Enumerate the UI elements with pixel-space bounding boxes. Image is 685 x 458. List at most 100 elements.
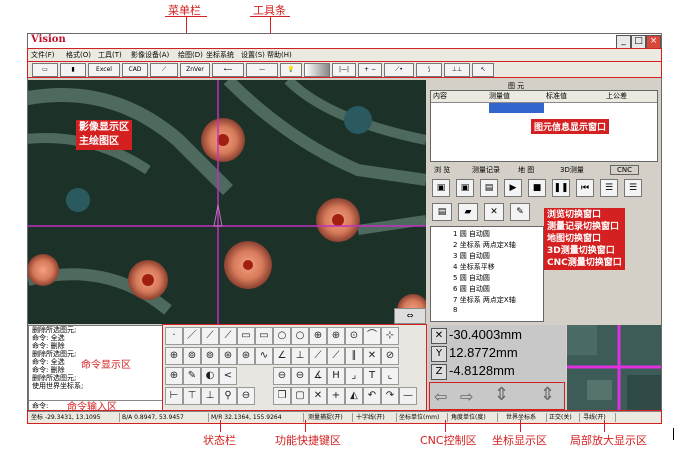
hotkey-plus-icon[interactable]: ⊹ — [381, 327, 399, 345]
cnc-left-arrow-icon[interactable]: ⇦ — [434, 389, 447, 405]
hotkey-brush-icon[interactable]: ✎ — [183, 367, 201, 385]
toolbar-line-button[interactable]: — — [246, 63, 278, 77]
toolbar-znver-button[interactable]: ZnVer — [180, 63, 210, 77]
hotkey-arc-icon[interactable]: ⌒ — [363, 327, 381, 345]
hotkey-rect2-icon[interactable]: ▭ — [255, 327, 273, 345]
toolbar-arrow-left-button[interactable]: ⟵ — [212, 63, 244, 77]
y-axis-icon[interactable]: Y — [431, 346, 447, 362]
cnc-updown-arrow-icon[interactable]: ⇕ — [494, 385, 509, 405]
z-axis-icon[interactable]: Z — [431, 364, 447, 380]
menu-draw[interactable]: 绘图(D) — [178, 49, 203, 61]
tab-records[interactable]: 测量记录 — [472, 165, 500, 175]
figure-grid-selected-row[interactable] — [489, 103, 544, 113]
menu-help[interactable]: 帮助(H) — [267, 49, 292, 61]
col-content[interactable]: 内容 — [433, 91, 447, 101]
hotkey-dim2-icon[interactable]: ⊤ — [183, 387, 201, 405]
hotkey-undo-icon[interactable]: ↶ — [363, 387, 381, 405]
toolbar-excel-button[interactable]: Excel — [88, 63, 120, 77]
maximize-icon[interactable]: □ — [631, 35, 646, 49]
hotkey-circle2-icon[interactable]: ○ — [291, 327, 309, 345]
hotkey-circle-icon[interactable]: ○ — [273, 327, 291, 345]
records-print-icon[interactable]: ▤ — [432, 203, 452, 221]
tab-3d[interactable]: 3D测量 — [560, 165, 584, 175]
records-tool-icon[interactable]: ✎ — [510, 203, 530, 221]
hotkey-line2-icon[interactable]: ⟋ — [201, 327, 219, 345]
status-find-line[interactable]: 寻线(开) — [583, 413, 616, 422]
hotkey-delete-icon[interactable]: ✕ — [309, 387, 327, 405]
records-open-icon[interactable]: ▤ — [480, 179, 498, 197]
hotkey-line3-icon[interactable]: ⟋ — [219, 327, 237, 345]
toolbar-cad-button[interactable]: CAD — [122, 63, 148, 77]
status-angle-unit[interactable]: 角度单位(度) — [451, 413, 498, 422]
hotkey-t-icon[interactable]: T — [363, 367, 381, 385]
records-list-icon[interactable]: ☰ — [600, 179, 618, 197]
col-upper-tol[interactable]: 上公差 — [606, 91, 627, 101]
list-item[interactable]: 5 圆 自动圆 — [431, 273, 543, 283]
col-standard[interactable]: 标准值 — [546, 91, 567, 101]
toolbar-ruler-button[interactable]: ⊥⊥ — [444, 63, 470, 77]
menu-coordinate-system[interactable]: 坐标系统 — [206, 49, 234, 61]
menu-tools[interactable]: 工具(T) — [98, 49, 122, 61]
list-item[interactable]: 7 坐标系 两点定X轴 — [431, 295, 543, 305]
hotkey-copy-icon[interactable]: ❐ — [273, 387, 291, 405]
tab-map[interactable]: 地 图 — [518, 165, 534, 175]
records-pause-icon[interactable]: ❚❚ — [552, 179, 570, 197]
records-folder-icon[interactable]: ▰ — [458, 203, 478, 221]
records-prev-icon[interactable]: ⏮ — [576, 179, 594, 197]
records-stop-icon[interactable]: ■ — [528, 179, 546, 197]
toolbar-probe-button[interactable]: ⟋• — [384, 63, 414, 77]
hotkey-ring2-icon[interactable]: ⊚ — [201, 347, 219, 365]
minimize-icon[interactable]: _ — [616, 35, 631, 49]
hotkey-curve-icon[interactable]: ⊕ — [165, 367, 183, 385]
hotkey-noentry-icon[interactable]: ⊘ — [381, 347, 399, 365]
list-item[interactable]: 1 圆 自动圆 — [431, 229, 543, 239]
records-cut-icon[interactable]: ✕ — [484, 203, 504, 221]
status-coord-unit[interactable]: 坐标单位(mm) — [399, 413, 448, 422]
hotkey-angle-icon[interactable]: ∠ — [273, 347, 291, 365]
toolbar-gradient-button[interactable] — [304, 63, 330, 77]
hotkey-dim3-icon[interactable]: ⊥ — [201, 387, 219, 405]
col-measured[interactable]: 测量值 — [489, 91, 510, 101]
hotkey-line-icon[interactable]: ／ — [183, 327, 201, 345]
tab-browse[interactable]: 浏 览 — [434, 165, 450, 175]
hotkey-h-icon[interactable]: H — [327, 367, 345, 385]
hotkey-angle2-icon[interactable]: ∡ — [309, 367, 327, 385]
hotkey-theta2-icon[interactable]: ⊖ — [291, 367, 309, 385]
hotkey-slash2-icon[interactable]: ⟋ — [327, 347, 345, 365]
hotkey-wave-icon[interactable]: ∿ — [255, 347, 273, 365]
hotkey-probe-icon[interactable]: ⚲ — [219, 387, 237, 405]
image-display-area[interactable]: 影像显示区 主绘图区 ⇔ — [28, 80, 426, 324]
hotkey-target-icon[interactable]: ⊕ — [309, 327, 327, 345]
tab-cnc[interactable]: CNC — [610, 165, 640, 175]
menu-format[interactable]: 格式(O) — [66, 49, 91, 61]
hotkey-triangle-icon[interactable]: ◭ — [345, 387, 363, 405]
list-item[interactable]: 2 坐标系 两点定X轴 — [431, 240, 543, 250]
close-icon[interactable]: × — [646, 35, 661, 49]
hotkey-less-icon[interactable]: < — [219, 367, 237, 385]
records-list[interactable]: 1 圆 自动圆 2 坐标系 两点定X轴 3 圆 自动圆 4 坐标系平移 5 圆 … — [430, 226, 544, 322]
hotkey-parallel-icon[interactable]: ∥ — [345, 347, 363, 365]
hotkey-dim-icon[interactable]: ⊢ — [165, 387, 183, 405]
hotkey-ring3-icon[interactable]: ⊛ — [219, 347, 237, 365]
zoom-display-area[interactable] — [567, 325, 661, 411]
list-item[interactable]: 8 — [431, 306, 543, 316]
toolbar-pointer-button[interactable]: ↖ — [472, 63, 494, 77]
status-measure-snap[interactable]: 测量捕捉(开) — [308, 413, 353, 422]
status-world-coords[interactable]: 世界坐标系 — [506, 413, 547, 422]
records-save2-icon[interactable]: ▣ — [456, 179, 474, 197]
toolbar-monitor-button[interactable]: ▭ — [32, 63, 58, 77]
hotkey-point-icon[interactable]: · — [165, 327, 183, 345]
status-crosshair[interactable]: 十字线(开) — [356, 413, 397, 422]
cnc-right-arrow-icon[interactable]: ⇨ — [460, 389, 473, 405]
hotkey-ring4-icon[interactable]: ⊛ — [237, 347, 255, 365]
hotkey-perp-icon[interactable]: ⊥ — [291, 347, 309, 365]
records-save-icon[interactable]: ▣ — [432, 179, 450, 197]
menu-settings[interactable]: 设置(S) — [241, 49, 265, 61]
hotkey-corner-icon[interactable]: ⌟ — [345, 367, 363, 385]
hotkey-rect-icon[interactable]: ▭ — [237, 327, 255, 345]
hotkey-corner2-icon[interactable]: ⌞ — [381, 367, 399, 385]
toolbar-dimension-button[interactable]: |—| — [332, 63, 356, 77]
hotkey-add-icon[interactable]: + — [327, 387, 345, 405]
hotkey-ring-icon[interactable]: ⊚ — [183, 347, 201, 365]
status-ortho[interactable]: 正交(关) — [549, 413, 580, 422]
